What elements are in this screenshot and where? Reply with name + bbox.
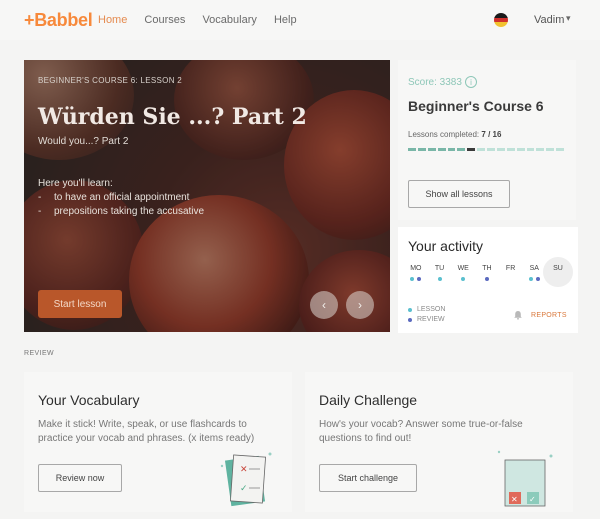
lesson-dot (528, 277, 533, 281)
caret-down-icon[interactable]: ▾ (566, 13, 571, 24)
activity-week: MO TU WE TH FR SA SU (404, 257, 573, 287)
chevron-left-icon[interactable]: ‹ (310, 291, 338, 319)
start-lesson-button[interactable]: Start lesson (38, 290, 122, 318)
activity-title: Your activity (408, 238, 483, 254)
progress-segment (457, 148, 466, 151)
legend-review: REVIEW (417, 316, 445, 323)
progress-segment (506, 148, 515, 151)
progress-segment (516, 148, 525, 151)
quiz-illustration-icon: ✕ ✓ (497, 450, 553, 507)
activity-day-tu: TU (428, 265, 452, 281)
svg-text:✓: ✓ (529, 495, 536, 504)
activity-day-su: SU (543, 257, 573, 287)
daily-challenge-description: How's your vocab? Answer some true-or-fa… (319, 419, 523, 444)
day-label: WE (457, 265, 469, 272)
review-now-button[interactable]: Review now (38, 464, 122, 492)
progress-segment (447, 148, 456, 151)
progress-segment (556, 148, 564, 151)
objectives-heading: Here you'll learn: (38, 178, 113, 189)
review-section-label: REVIEW (24, 350, 55, 357)
score-label: Score: 3383 (408, 77, 462, 88)
vocabulary-title: Your Vocabulary (38, 392, 140, 408)
progress-segment (526, 148, 535, 151)
lesson-dot (408, 308, 412, 312)
lesson-dot (410, 277, 415, 281)
activity-day-mo: MO (404, 265, 428, 281)
main-nav: Home Courses Vocabulary Help (98, 14, 311, 26)
progress-segment (496, 148, 505, 151)
lessons-completed: Lessons completed: 7 / 16 (408, 130, 502, 139)
course-name: Beginner's Course 6 (408, 98, 544, 114)
review-dot (417, 277, 422, 281)
progress-segment (477, 148, 485, 151)
flashcards-illustration-icon: ✕ ✓ (220, 452, 272, 507)
course-summary-card: Score: 3383 i Beginner's Course 6 Lesson… (398, 60, 576, 220)
progress-segment (467, 148, 476, 151)
day-label: MO (410, 265, 422, 272)
svg-text:✕: ✕ (511, 495, 518, 504)
review-dot (408, 318, 412, 322)
lessons-completed-value: 7 / 16 (481, 130, 502, 139)
svg-text:✓: ✓ (240, 484, 248, 494)
user-menu[interactable]: Vadim (534, 14, 564, 26)
start-challenge-button[interactable]: Start challenge (319, 464, 417, 492)
bell-icon[interactable] (513, 310, 523, 320)
progress-segment (437, 148, 446, 151)
daily-challenge-title: Daily Challenge (319, 392, 418, 408)
progress-segment (487, 148, 495, 151)
vocabulary-description: Make it stick! Write, speak, or use flas… (38, 419, 255, 444)
progress-segment (417, 148, 426, 151)
top-navigation-bar: +Babbel Home Courses Vocabulary Help Vad… (0, 0, 600, 40)
info-icon[interactable]: i (465, 76, 477, 88)
day-label: FR (505, 265, 516, 272)
lesson-dot (437, 277, 442, 281)
day-label: TU (434, 265, 445, 272)
nav-vocabulary[interactable]: Vocabulary (202, 14, 256, 26)
lesson-objectives: Here you'll learn: to have an official a… (38, 177, 204, 219)
lesson-subtitle: Would you...? Part 2 (38, 136, 129, 147)
current-lesson-card: BEGINNER'S COURSE 6: LESSON 2 Würden Sie… (24, 60, 390, 332)
lesson-title: Würden Sie ...? Part 2 (38, 104, 307, 130)
day-label: SA (529, 265, 539, 272)
progress-segment (546, 148, 555, 151)
objective-item: prepositions taking the accusative (38, 205, 204, 219)
chevron-right-icon[interactable]: › (346, 291, 374, 319)
nav-help[interactable]: Help (274, 14, 297, 26)
activity-legend: LESSON REVIEW (408, 305, 445, 325)
nav-home[interactable]: Home (98, 14, 127, 26)
svg-text:✕: ✕ (240, 465, 248, 475)
progress-segment (536, 148, 545, 151)
course-progress-bar (408, 148, 564, 151)
lesson-dot (461, 277, 466, 281)
activity-day-th: TH (475, 265, 499, 281)
progress-segment (408, 148, 416, 151)
germany-flag-icon[interactable] (494, 13, 508, 27)
day-label: SU (553, 265, 563, 272)
babbel-logo[interactable]: +Babbel (24, 10, 93, 31)
day-label: TH (482, 265, 492, 272)
daily-challenge-card: Daily Challenge How's your vocab? Answer… (305, 372, 573, 512)
activity-card: Your activity MO TU WE TH FR SA SU LESSON REVI… (398, 227, 578, 333)
legend-lesson: LESSON (417, 306, 446, 313)
review-dot (484, 277, 489, 281)
show-all-lessons-button[interactable]: Show all lessons (408, 180, 510, 208)
progress-segment (427, 148, 436, 151)
objective-item: to have an official appointment (38, 191, 204, 205)
nav-courses[interactable]: Courses (144, 14, 185, 26)
lesson-kicker: BEGINNER'S COURSE 6: LESSON 2 (38, 76, 183, 85)
review-dot (535, 277, 540, 281)
activity-day-fr: FR (499, 265, 523, 281)
reports-link[interactable]: REPORTS (531, 312, 567, 319)
vocabulary-card: Your Vocabulary Make it stick! Write, sp… (24, 372, 292, 512)
activity-day-we: WE (451, 265, 475, 281)
